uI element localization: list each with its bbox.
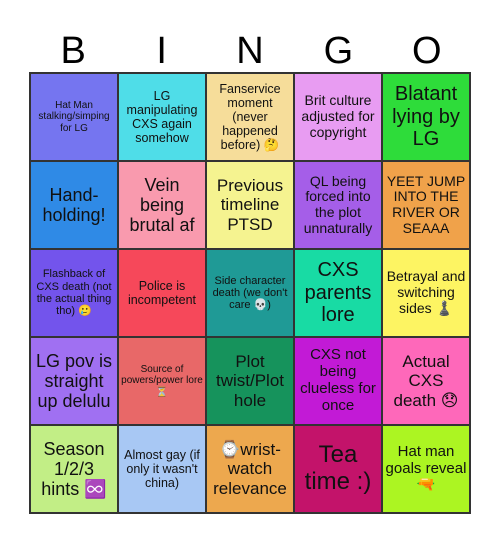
header-letter-g: G [323,30,354,72]
bingo-cell[interactable]: YEET JUMP INTO THE RIVER OR SEAAA [382,161,470,249]
cell-text: Hand-holding! [42,184,106,225]
cell-text: ⌚wrist-watch relevance [213,440,287,498]
bingo-cell[interactable]: LG pov is straight up delulu [30,337,118,425]
cell-text: Almost gay (if only it wasn't china) [124,448,200,490]
bingo-cell[interactable]: Actual CXS death 😞 [382,337,470,425]
cell-text: Previous timeline PTSD [216,176,284,234]
bingo-cell[interactable]: Vein being brutal af [118,161,206,249]
header-letter-o: O [412,30,442,72]
cell-text: Season 1/2/3 hints ♾️ [41,438,107,500]
bingo-cell[interactable]: Plot twist/Plot hole [206,337,294,425]
header-letter-i: I [156,30,167,72]
cell-text: Police is incompetent [127,279,197,307]
cell-text: Hat man goals reveal 🔫 [385,442,467,494]
cell-text: CXS parents lore [304,259,372,327]
bingo-cell[interactable]: Hat Man stalking/simping for LG [30,73,118,161]
cell-text: Tea time :) [304,441,372,495]
cell-text: Brit culture adjusted for copyright [301,92,375,140]
cell-text: Hat Man stalking/simping for LG [38,100,110,134]
cell-text: Flashback of CXS death (not the actual t… [36,268,112,318]
cell-text: LG pov is straight up delulu [35,350,113,412]
bingo-cell[interactable]: Hand-holding! [30,161,118,249]
cell-text: Betrayal and switching sides ♟️ [386,268,466,316]
bingo-cell[interactable]: Fanservice moment (never happened before… [206,73,294,161]
bingo-cell[interactable]: Almost gay (if only it wasn't china) [118,425,206,513]
cell-text: Actual CXS death 😞 [393,352,459,410]
bingo-cell[interactable]: Season 1/2/3 hints ♾️ [30,425,118,513]
header-letter-n: N [236,30,264,72]
cell-text: CXS not being clueless for once [300,346,376,414]
cell-text: Source of powers/power lore ⏳ [121,364,203,398]
bingo-cell[interactable]: Tea time :) [294,425,382,513]
cell-text: Vein being brutal af [129,174,195,236]
header-letter-b: B [60,30,86,72]
bingo-cell[interactable]: QL being forced into the plot unnaturall… [294,161,382,249]
bingo-cell[interactable]: Previous timeline PTSD [206,161,294,249]
bingo-cell[interactable]: Betrayal and switching sides ♟️ [382,249,470,337]
bingo-cell[interactable]: Side character death (we don't care 💀) [206,249,294,337]
bingo-cell[interactable]: LG manipulating CXS again somehow [118,73,206,161]
bingo-cell[interactable]: Blatant lying by LG [382,73,470,161]
cell-text: Plot twist/Plot hole [215,352,285,410]
bingo-cell[interactable]: CXS not being clueless for once [294,337,382,425]
bingo-cell[interactable]: Brit culture adjusted for copyright [294,73,382,161]
cell-text: Blatant lying by LG [392,83,460,151]
cell-text: LG manipulating CXS again somehow [126,89,198,145]
bingo-cell[interactable]: Source of powers/power lore ⏳ [118,337,206,425]
bingo-cell[interactable]: Hat man goals reveal 🔫 [382,425,470,513]
cell-text: QL being forced into the plot unnaturall… [303,172,373,236]
cell-text: YEET JUMP INTO THE RIVER OR SEAAA [386,172,466,236]
cell-text: Fanservice moment (never happened before… [219,82,281,152]
bingo-cell[interactable]: Flashback of CXS death (not the actual t… [30,249,118,337]
bingo-board: Hat Man stalking/simping for LG LG manip… [29,72,471,514]
cell-text: Side character death (we don't care 💀) [212,274,288,312]
bingo-cell[interactable]: ⌚wrist-watch relevance [206,425,294,513]
bingo-cell[interactable]: CXS parents lore [294,249,382,337]
bingo-cell[interactable]: Police is incompetent [118,249,206,337]
bingo-header: B I N G O [29,30,471,72]
